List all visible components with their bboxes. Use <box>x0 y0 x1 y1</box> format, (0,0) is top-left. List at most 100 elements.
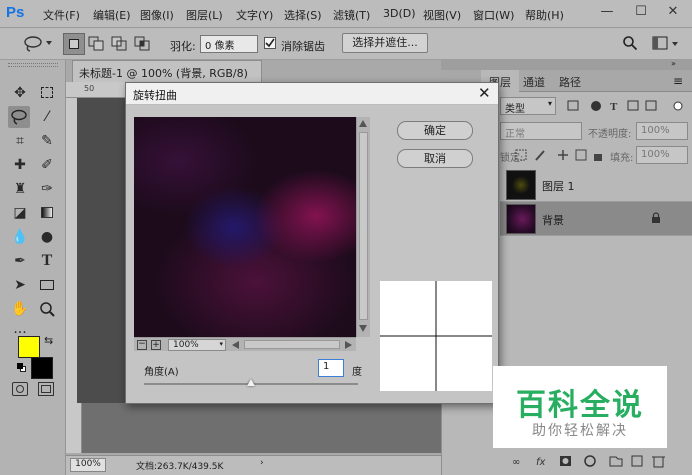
layer-name[interactable]: 背景 <box>542 212 564 228</box>
zoom-field[interactable]: 100% <box>70 458 106 472</box>
status-bar: 100% 文档:263.7K/439.5K › <box>66 455 441 475</box>
gradient-tool-icon[interactable] <box>36 202 58 224</box>
info-chevron-icon[interactable]: › <box>260 458 264 468</box>
menu-edit[interactable]: 编辑(E) <box>93 7 131 23</box>
pen-tool-icon[interactable]: ✒ <box>9 250 31 272</box>
menu-view[interactable]: 视图(V) <box>423 7 461 23</box>
angle-input[interactable]: 1 <box>318 359 344 377</box>
menu-image[interactable]: 图像(I) <box>140 7 174 23</box>
menu-file[interactable]: 文件(F) <box>43 7 80 23</box>
panel-collapse-bar[interactable]: » <box>441 59 692 70</box>
menu-type[interactable]: 文字(Y) <box>236 7 273 23</box>
menu-bar: Ps 文件(F) 编辑(E) 图像(I) 图层(L) 文字(Y) 选择(S) 滤… <box>0 0 692 28</box>
layer-filter-icons[interactable]: T <box>566 99 686 113</box>
preview-zoom-select[interactable]: 100% ▾ <box>168 339 226 351</box>
background-color-swatch[interactable] <box>31 357 53 379</box>
hand-tool-icon[interactable]: ✋ <box>9 298 31 320</box>
maximize-button[interactable]: ☐ <box>628 2 654 22</box>
menu-select[interactable]: 选择(S) <box>284 7 322 23</box>
layer-row[interactable]: 图层 1 <box>500 168 692 202</box>
collapse-panel-icon[interactable]: » <box>671 59 676 68</box>
cancel-button[interactable]: 取消 <box>397 149 473 168</box>
menu-help[interactable]: 帮助(H) <box>525 7 564 23</box>
watermark-title: 百科全说 <box>516 388 644 423</box>
default-colors-icon[interactable] <box>17 363 27 373</box>
document-tab[interactable]: 未标题-1 @ 100% (背景, RGB/8) * × <box>72 60 262 94</box>
preview-vertical-scrollbar[interactable] <box>356 117 370 337</box>
history-brush-tool-icon[interactable]: ✑ <box>36 178 58 200</box>
menu-filter[interactable]: 滤镜(T) <box>333 7 370 23</box>
layer-panel-footer-icons[interactable]: ∞ fx <box>510 453 690 469</box>
menu-window[interactable]: 窗口(W) <box>473 7 514 23</box>
lasso-tool-icon[interactable] <box>8 106 30 128</box>
preview-horizontal-scrollbar[interactable]: − + 100% ▾ <box>134 337 356 351</box>
checkmark-icon <box>265 38 275 48</box>
swap-colors-icon[interactable]: ⇆ <box>44 334 53 347</box>
opacity-label: 不透明度: <box>588 129 632 140</box>
photoshop-logo: Ps <box>6 4 25 21</box>
minimize-button[interactable]: — <box>594 2 620 22</box>
layer-name[interactable]: 图层 1 <box>542 178 575 194</box>
scroll-left-icon[interactable] <box>232 341 239 349</box>
scroll-down-icon[interactable] <box>359 325 367 332</box>
brush-tool-icon[interactable]: ✐ <box>36 154 58 176</box>
workspace-icon[interactable] <box>652 36 668 50</box>
layer-kind-filter[interactable]: 类型 ▾ <box>500 97 556 115</box>
ok-button[interactable]: 确定 <box>397 121 473 140</box>
marquee-tool-icon[interactable] <box>36 82 58 104</box>
feather-input[interactable]: 0 像素 <box>200 35 258 53</box>
zoom-out-icon[interactable]: − <box>137 340 147 350</box>
add-selection-icon[interactable] <box>88 36 106 52</box>
blend-mode-select[interactable]: 正常 <box>500 122 582 140</box>
move-tool-icon[interactable]: ✥ <box>9 82 31 104</box>
filter-preview[interactable] <box>134 117 356 337</box>
intersect-selection-icon[interactable] <box>134 36 152 52</box>
crop-tool-icon[interactable]: ⌗ <box>9 130 31 152</box>
angle-label: 角度(A) <box>144 367 179 378</box>
tab-channels[interactable]: 通道 <box>515 70 553 92</box>
subtract-selection-icon[interactable] <box>111 36 129 52</box>
search-icon[interactable] <box>622 35 638 51</box>
blur-tool-icon[interactable]: 💧 <box>9 226 31 248</box>
scroll-right-icon[interactable] <box>345 341 352 349</box>
layer-row[interactable]: 背景 <box>500 202 692 236</box>
close-window-button[interactable]: ✕ <box>660 2 686 22</box>
fill-input[interactable]: 100% <box>636 146 688 164</box>
vertical-scroll-thumb[interactable] <box>359 132 368 320</box>
antialias-label: 消除锯齿 <box>281 40 325 53</box>
lock-icons[interactable] <box>514 148 604 162</box>
healing-brush-tool-icon[interactable]: ✚ <box>9 154 31 176</box>
path-selection-tool-icon[interactable]: ➤ <box>9 274 31 296</box>
select-and-mask-button[interactable]: 选择并遮住... <box>342 33 428 53</box>
dialog-title-bar[interactable]: 旋转扭曲 ✕ <box>126 83 498 105</box>
type-tool-icon[interactable]: T <box>36 250 58 272</box>
foreground-color-swatch[interactable] <box>18 336 40 358</box>
panel-menu-icon[interactable]: ≡ <box>673 74 683 88</box>
eyedropper-tool-icon[interactable]: ✎ <box>36 130 58 152</box>
clone-stamp-tool-icon[interactable]: ♜ <box>9 178 31 200</box>
lasso-preset-icon[interactable] <box>22 35 44 53</box>
dialog-close-icon[interactable]: ✕ <box>478 84 491 102</box>
horizontal-scroll-thumb[interactable] <box>244 340 340 349</box>
antialias-checkbox[interactable] <box>264 37 276 49</box>
dodge-tool-icon[interactable]: ● <box>36 226 58 248</box>
scroll-up-icon[interactable] <box>359 120 367 127</box>
screen-mode-icon[interactable] <box>38 382 54 396</box>
menu-3d[interactable]: 3D(D) <box>383 7 416 20</box>
zoom-tool-icon[interactable] <box>36 298 58 320</box>
magic-wand-tool-icon[interactable]: ⁄ <box>36 106 58 128</box>
eraser-tool-icon[interactable]: ◪ <box>9 202 31 224</box>
chevron-down-icon[interactable] <box>46 41 52 45</box>
workspace-chevron-icon[interactable] <box>672 42 678 46</box>
angle-unit: 度 <box>352 367 362 378</box>
watermark: 百科全说 助你轻松解决 <box>493 366 667 448</box>
menu-layer[interactable]: 图层(L) <box>186 7 223 23</box>
tab-paths[interactable]: 路径 <box>551 70 589 92</box>
quick-mask-icon[interactable] <box>12 382 28 396</box>
angle-slider-thumb[interactable] <box>247 379 255 386</box>
toolbox-grip[interactable] <box>8 63 58 67</box>
rectangle-tool-icon[interactable] <box>36 274 58 296</box>
new-selection-button[interactable] <box>63 33 85 55</box>
opacity-input[interactable]: 100% <box>636 122 688 140</box>
zoom-in-icon[interactable]: + <box>151 340 161 350</box>
